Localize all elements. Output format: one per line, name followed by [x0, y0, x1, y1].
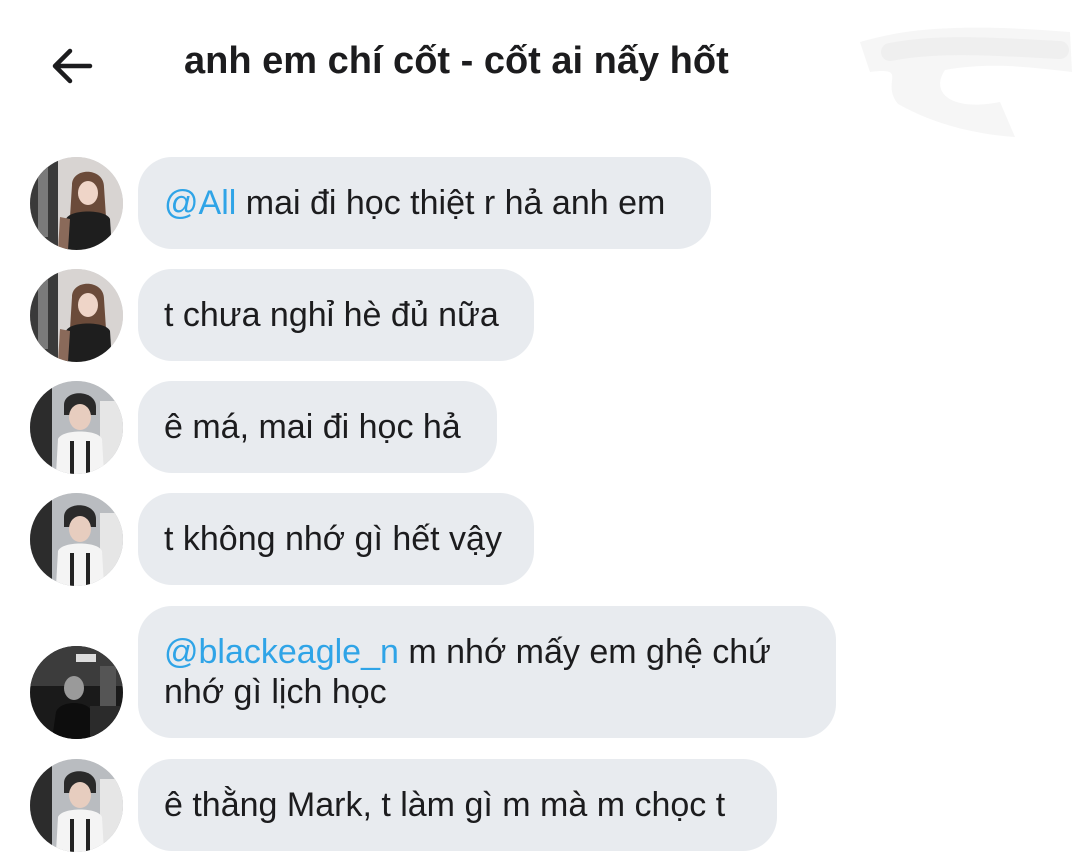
mention-blackeagle[interactable]: @blackeagle_n — [164, 633, 399, 671]
page-title: anh em chí cốt - cốt ai nấy hốt — [184, 40, 729, 82]
mention-all[interactable]: @All — [164, 184, 236, 222]
message-text: m nhớ mấy em ghệ chứ — [398, 633, 771, 671]
redaction-scribble — [860, 27, 1072, 137]
message-bubble[interactable]: ê má, mai đi học hả — [138, 381, 497, 473]
chat-screen: anh em chí cốt - cốt ai nấy hốt @All mai… — [0, 0, 1080, 854]
message-text: ê má, mai đi học hả — [164, 408, 461, 446]
arrow-left-icon — [52, 48, 93, 84]
message-line: nhớ gì lịch học — [164, 673, 387, 711]
avatar-user-2-image — [30, 381, 123, 474]
avatar[interactable] — [30, 269, 123, 362]
message-bubble[interactable]: @blackeagle_n m nhớ mấy em ghệ chứ nhớ g… — [138, 606, 836, 738]
message-bubble[interactable]: ê thằng Mark, t làm gì m mà m chọc t — [138, 759, 777, 851]
message-text: mai đi học thiệt r hả anh em — [236, 184, 666, 222]
message-bubble[interactable]: @All mai đi học thiệt r hả anh em — [138, 157, 711, 249]
chat-header: anh em chí cốt - cốt ai nấy hốt — [0, 0, 1080, 137]
message-bubble[interactable]: t không nhớ gì hết vậy — [138, 493, 534, 585]
avatar[interactable] — [30, 493, 123, 586]
avatar-user-2-image — [30, 759, 123, 852]
avatar[interactable] — [30, 759, 123, 852]
avatar[interactable] — [30, 157, 123, 250]
message-text: t không nhớ gì hết vậy — [164, 520, 502, 558]
message-text: ê thằng Mark, t làm gì m mà m chọc t — [164, 786, 726, 824]
message-bubble[interactable]: t chưa nghỉ hè đủ nữa — [138, 269, 534, 361]
avatar[interactable] — [30, 381, 123, 474]
avatar-user-2-image — [30, 493, 123, 586]
avatar-user-3-image — [30, 646, 123, 739]
message-line: @blackeagle_n m nhớ mấy em ghệ chứ — [164, 632, 810, 672]
back-button[interactable] — [44, 38, 100, 94]
avatar-user-1-image — [30, 269, 123, 362]
avatar[interactable] — [30, 646, 123, 739]
message-text: t chưa nghỉ hè đủ nữa — [164, 296, 499, 334]
avatar-user-1-image — [30, 157, 123, 250]
